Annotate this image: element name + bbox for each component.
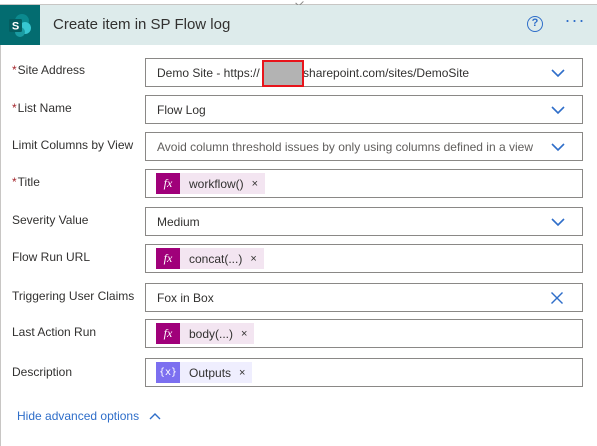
- fx-icon: fx: [156, 173, 180, 194]
- site-address-dropdown[interactable]: Demo Site - https://.sharepoint.com/site…: [145, 58, 583, 87]
- remove-token-icon[interactable]: ×: [239, 367, 245, 379]
- clear-icon[interactable]: [550, 291, 564, 305]
- hide-advanced-options-link[interactable]: Hide advanced options: [17, 409, 161, 423]
- required-marker: *: [12, 101, 17, 115]
- fx-icon: fx: [156, 323, 180, 344]
- flow-run-url-input[interactable]: fx concat(...) ×: [145, 244, 583, 273]
- site-address-label: *Site Address: [12, 63, 86, 77]
- triggering-user-claims-input[interactable]: Fox in Box: [145, 283, 583, 312]
- triggering-user-claims-value: Fox in Box: [157, 291, 214, 305]
- expression-token[interactable]: fx workflow() ×: [156, 173, 266, 194]
- more-options-icon[interactable]: ···: [563, 11, 587, 33]
- remove-token-icon[interactable]: ×: [250, 253, 256, 265]
- limit-columns-dropdown[interactable]: Avoid column threshold issues by only us…: [145, 132, 583, 161]
- list-name-dropdown[interactable]: Flow Log: [145, 95, 583, 124]
- chevron-down-icon[interactable]: [551, 66, 565, 80]
- required-marker: *: [12, 63, 17, 77]
- list-name-value: Flow Log: [157, 103, 206, 117]
- chevron-up-icon: [149, 413, 161, 420]
- token-label: workflow(): [189, 176, 244, 191]
- action-header[interactable]: S Create item in SP Flow log ? ···: [0, 5, 597, 45]
- description-input[interactable]: {x} Outputs ×: [145, 358, 583, 387]
- limit-columns-placeholder: Avoid column threshold issues by only us…: [157, 140, 533, 154]
- fx-icon: fx: [156, 248, 180, 269]
- chevron-down-icon[interactable]: [551, 140, 565, 154]
- action-title[interactable]: Create item in SP Flow log: [53, 16, 230, 33]
- description-label: Description: [12, 365, 73, 379]
- sharepoint-icon: S: [0, 5, 40, 45]
- list-name-label: *List Name: [12, 101, 72, 115]
- remove-token-icon[interactable]: ×: [252, 178, 258, 190]
- triggering-user-claims-label: Triggering User Claims: [12, 289, 135, 303]
- chevron-down-icon[interactable]: [551, 103, 565, 117]
- remove-token-icon[interactable]: ×: [241, 328, 247, 340]
- hide-advanced-label: Hide advanced options: [17, 409, 140, 423]
- severity-label: Severity Value: [12, 213, 89, 227]
- site-address-value: Demo Site - https://.sharepoint.com/site…: [157, 66, 470, 80]
- help-icon[interactable]: ?: [527, 16, 543, 32]
- severity-dropdown[interactable]: Medium: [145, 207, 583, 236]
- expression-token[interactable]: fx concat(...) ×: [156, 248, 264, 269]
- limit-columns-label: Limit Columns by View: [12, 138, 134, 152]
- token-label: Outputs: [189, 365, 232, 380]
- severity-value: Medium: [157, 215, 200, 229]
- variable-token[interactable]: {x} Outputs ×: [156, 362, 253, 383]
- last-action-run-input[interactable]: fx body(...) ×: [145, 319, 583, 348]
- token-label: body(...): [189, 326, 234, 341]
- app-tile-letter: S: [12, 21, 19, 33]
- variable-icon: {x}: [156, 362, 180, 383]
- required-marker: *: [12, 175, 17, 189]
- expression-token[interactable]: fx body(...) ×: [156, 323, 255, 344]
- title-label: *Title: [12, 175, 40, 189]
- chevron-down-icon[interactable]: [551, 215, 565, 229]
- last-action-run-label: Last Action Run: [12, 325, 97, 339]
- title-input[interactable]: fx workflow() ×: [145, 169, 583, 198]
- redaction-box: [262, 60, 304, 87]
- token-label: concat(...): [189, 251, 243, 266]
- flow-run-url-label: Flow Run URL: [12, 250, 91, 264]
